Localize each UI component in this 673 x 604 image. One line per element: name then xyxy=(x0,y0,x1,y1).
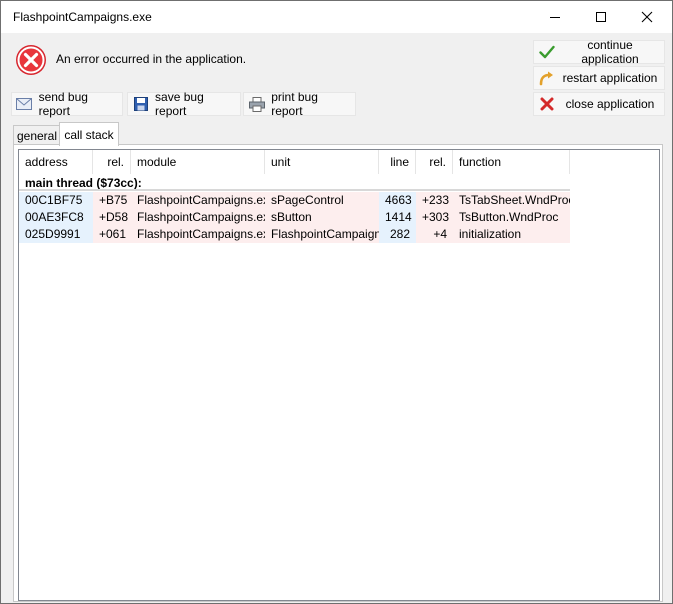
curved-arrow-icon xyxy=(538,69,556,87)
close-application-button[interactable]: close application xyxy=(533,92,665,116)
table-row[interactable]: 00C1BF75 +B75 FlashpointCampaigns.exe sP… xyxy=(19,192,570,209)
close-label: close application xyxy=(565,97,655,111)
group-divider xyxy=(19,189,570,191)
send-label: send bug report xyxy=(38,90,88,118)
window-title: FlashpointCampaigns.exe xyxy=(13,10,152,24)
minimize-button[interactable] xyxy=(532,1,578,33)
restart-label: restart application xyxy=(562,71,658,85)
cell-rel: +D58 xyxy=(93,209,131,226)
cell-unit: sButton xyxy=(265,209,379,226)
cell-line-rel: +233 xyxy=(416,192,453,209)
minimize-icon xyxy=(550,17,560,18)
cell-module: FlashpointCampaigns.exe xyxy=(131,192,265,209)
maximize-icon xyxy=(596,12,606,22)
continue-label: continue application xyxy=(581,38,639,66)
cell-address: 025D9991 xyxy=(19,226,93,243)
cell-line: 282 xyxy=(379,226,416,243)
envelope-icon xyxy=(16,95,33,113)
cell-line: 4663 xyxy=(379,192,416,209)
send-bug-report-button[interactable]: send bug report xyxy=(11,90,123,118)
tab-call-stack[interactable]: call stack xyxy=(59,122,119,146)
call-stack-table[interactable]: address rel. module unit line rel. funct… xyxy=(18,149,660,601)
red-x-icon xyxy=(538,95,556,113)
thread-group-label: main thread ($73cc): xyxy=(25,176,142,190)
cell-module: FlashpointCampaigns.exe xyxy=(131,209,265,226)
close-icon xyxy=(641,11,653,23)
cell-address: 00AE3FC8 xyxy=(19,209,93,226)
column-header-module[interactable]: module xyxy=(131,150,265,174)
error-message: An error occurred in the application. xyxy=(56,52,247,66)
cell-function: initialization xyxy=(453,226,570,243)
floppy-disk-icon xyxy=(132,95,149,113)
cell-line-rel: +303 xyxy=(416,209,453,226)
save-label: save bug report xyxy=(155,90,204,118)
save-bug-report-button[interactable]: save bug report xyxy=(127,90,241,118)
error-dialog-window: FlashpointCampaigns.exe An error occurre… xyxy=(0,0,673,604)
cell-line-rel: +4 xyxy=(416,226,453,243)
cell-rel: +B75 xyxy=(93,192,131,209)
column-header-address[interactable]: address xyxy=(19,150,93,174)
cell-module: FlashpointCampaigns.exe xyxy=(131,226,265,243)
column-header-rel[interactable]: rel. xyxy=(93,150,131,174)
cell-function: TsTabSheet.WndProc xyxy=(453,192,570,209)
column-header-line[interactable]: line xyxy=(379,150,416,174)
call-stack-panel: address rel. module unit line rel. funct… xyxy=(13,144,663,602)
print-bug-report-button[interactable]: print bug report xyxy=(243,90,356,118)
column-header-function[interactable]: function xyxy=(453,150,570,174)
green-checkmark-icon xyxy=(538,43,556,61)
cell-unit: FlashpointCampaigns xyxy=(265,226,379,243)
table-row[interactable]: 00AE3FC8 +D58 FlashpointCampaigns.exe sB… xyxy=(19,209,570,226)
cell-rel: +061 xyxy=(93,226,131,243)
table-row[interactable]: 025D9991 +061 FlashpointCampaigns.exe Fl… xyxy=(19,226,570,243)
table-header: address rel. module unit line rel. funct… xyxy=(19,150,659,174)
cell-line: 1414 xyxy=(379,209,416,226)
cell-address: 00C1BF75 xyxy=(19,192,93,209)
tab-general[interactable]: general xyxy=(13,125,61,145)
printer-icon xyxy=(248,95,265,113)
column-header-unit[interactable]: unit xyxy=(265,150,379,174)
cell-function: TsButton.WndProc xyxy=(453,209,570,226)
continue-application-button[interactable]: continue application xyxy=(533,38,665,66)
cell-unit: sPageControl xyxy=(265,192,379,209)
restart-application-button[interactable]: restart application xyxy=(533,66,665,90)
close-window-button[interactable] xyxy=(624,1,670,33)
error-circle-icon xyxy=(16,45,46,75)
print-label: print bug report xyxy=(271,90,318,118)
maximize-button[interactable] xyxy=(578,1,624,33)
title-bar[interactable]: FlashpointCampaigns.exe xyxy=(1,1,672,33)
column-header-line-rel[interactable]: rel. xyxy=(416,150,453,174)
